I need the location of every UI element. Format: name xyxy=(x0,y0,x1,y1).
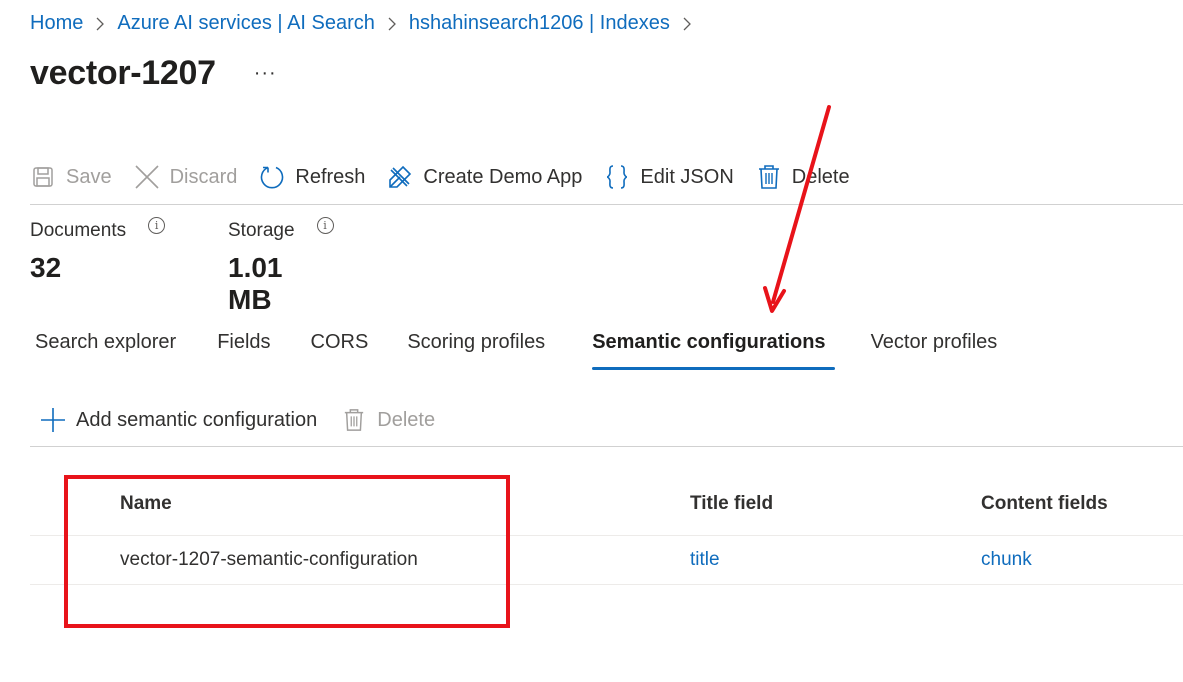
semantic-command-bar: Add semantic configuration Delete xyxy=(30,400,1183,447)
breadcrumb-ai-search[interactable]: Azure AI services | AI Search xyxy=(117,12,375,35)
page-title: vector-1207 xyxy=(30,54,216,92)
documents-label: Documents xyxy=(30,220,127,241)
column-header-title-field[interactable]: Title field xyxy=(690,493,773,515)
info-icon[interactable]: i xyxy=(148,216,166,234)
storage-value: 1.01 MB xyxy=(228,252,283,315)
cell-content-fields-link[interactable]: chunk xyxy=(981,549,1032,571)
breadcrumb-home[interactable]: Home xyxy=(30,12,83,35)
chevron-right-icon xyxy=(670,17,704,31)
save-icon xyxy=(30,164,56,190)
chevron-right-icon xyxy=(83,17,117,31)
create-demo-app-label: Create Demo App xyxy=(423,165,583,188)
index-tabs: Search explorer Fields CORS Scoring prof… xyxy=(35,326,997,370)
tab-semantic-configurations[interactable]: Semantic configurations xyxy=(592,326,835,370)
tab-search-explorer[interactable]: Search explorer xyxy=(35,326,176,370)
edit-json-button[interactable]: Edit JSON xyxy=(604,160,734,194)
add-semantic-configuration-button[interactable]: Add semantic configuration xyxy=(30,400,317,440)
tab-fields[interactable]: Fields xyxy=(217,326,270,370)
more-options-button[interactable]: ··· xyxy=(254,62,277,85)
annotation-arrow-icon xyxy=(763,105,831,313)
chevron-right-icon xyxy=(375,17,409,31)
add-semantic-configuration-label: Add semantic configuration xyxy=(76,408,318,431)
create-demo-app-button[interactable]: Create Demo App xyxy=(387,160,582,194)
add-icon xyxy=(40,407,66,433)
breadcrumb: Home Azure AI services | AI Search hshah… xyxy=(30,12,704,35)
refresh-label: Refresh xyxy=(295,165,366,188)
refresh-button[interactable]: Refresh xyxy=(259,160,365,194)
storage-stat: Storage i 1.01 MB xyxy=(228,216,334,316)
documents-stat: Documents i 32 xyxy=(30,216,166,284)
save-button[interactable]: Save xyxy=(30,160,112,194)
delete-semantic-configuration-button[interactable]: Delete xyxy=(341,400,435,440)
title-row: vector-1207 ··· xyxy=(30,54,277,93)
storage-label: Storage xyxy=(228,220,295,241)
cell-title-field-link[interactable]: title xyxy=(690,549,720,571)
refresh-icon xyxy=(259,164,285,190)
documents-value: 32 xyxy=(30,252,62,283)
breadcrumb-indexes[interactable]: hshahinsearch1206 | Indexes xyxy=(409,12,670,35)
tab-scoring-profiles[interactable]: Scoring profiles xyxy=(407,326,545,370)
close-icon xyxy=(134,164,160,190)
column-header-content-fields[interactable]: Content fields xyxy=(981,493,1108,515)
trash-icon xyxy=(341,407,367,433)
braces-icon xyxy=(604,164,630,190)
discard-label: Discard xyxy=(169,165,238,188)
edit-json-label: Edit JSON xyxy=(640,165,734,188)
discard-button[interactable]: Discard xyxy=(134,160,238,194)
delete-label: Delete xyxy=(377,408,436,431)
annotation-highlight-box xyxy=(64,475,510,628)
info-icon[interactable]: i xyxy=(316,216,334,234)
design-ideas-icon xyxy=(387,164,413,190)
tab-vector-profiles[interactable]: Vector profiles xyxy=(871,326,998,370)
save-label: Save xyxy=(66,165,112,188)
tab-cors[interactable]: CORS xyxy=(311,326,369,370)
command-bar: Save Discard Refresh Create Demo App Edi… xyxy=(30,160,1183,205)
